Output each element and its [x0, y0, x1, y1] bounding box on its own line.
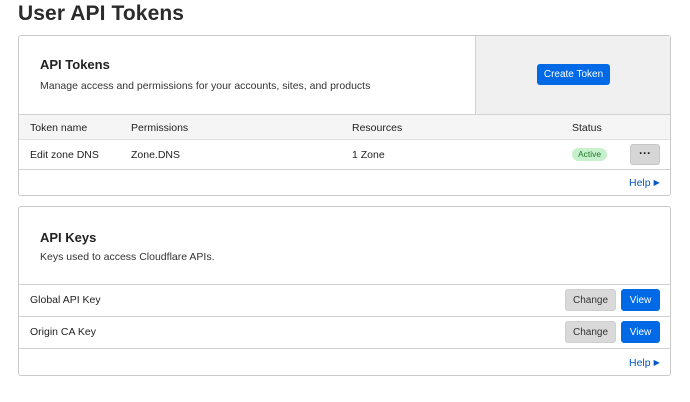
- view-global-api-key-button[interactable]: View: [621, 289, 660, 311]
- api-tokens-description: Manage access and permissions for your a…: [40, 80, 371, 92]
- api-keys-card: API Keys Keys used to access Cloudflare …: [18, 206, 671, 376]
- token-permissions-cell: Zone.DNS: [131, 149, 181, 161]
- api-keys-description: Keys used to access Cloudflare APIs.: [40, 251, 215, 263]
- tokens-table-header: Token name Permissions Resources Status: [19, 114, 670, 140]
- chevron-right-icon: ▶: [653, 358, 660, 367]
- divider: [19, 348, 670, 349]
- page-title: User API Tokens: [18, 2, 185, 25]
- chevron-right-icon: ▶: [653, 178, 660, 187]
- origin-ca-key-label: Origin CA Key: [30, 326, 96, 338]
- api-tokens-header: API Tokens Manage access and permissions…: [19, 36, 670, 114]
- view-origin-ca-key-button[interactable]: View: [621, 321, 660, 343]
- list-item: Global API Key Change View: [19, 285, 670, 316]
- change-origin-ca-key-button[interactable]: Change: [565, 321, 616, 343]
- status-badge: Active: [572, 148, 608, 161]
- column-permissions: Permissions: [131, 122, 189, 134]
- api-tokens-header-text: API Tokens Manage access and permissions…: [19, 36, 475, 114]
- global-api-key-label: Global API Key: [30, 294, 101, 306]
- keys-help-link[interactable]: Help ▶: [629, 357, 660, 369]
- api-tokens-title: API Tokens: [40, 57, 110, 72]
- help-label: Help: [629, 357, 651, 369]
- column-resources: Resources: [352, 122, 403, 134]
- list-item: Origin CA Key Change View: [19, 317, 670, 348]
- column-token-name: Token name: [30, 122, 88, 134]
- tokens-help-link[interactable]: Help ▶: [629, 177, 660, 189]
- api-keys-title: API Keys: [40, 230, 97, 245]
- token-name-cell: Edit zone DNS: [30, 149, 99, 161]
- row-actions-button[interactable]: ···: [630, 144, 660, 165]
- page: User API Tokens API Tokens Manage access…: [0, 0, 690, 402]
- help-label: Help: [629, 177, 651, 189]
- api-tokens-card: API Tokens Manage access and permissions…: [18, 35, 671, 196]
- create-token-button[interactable]: Create Token: [537, 64, 610, 85]
- column-status: Status: [572, 122, 602, 134]
- token-resources-cell: 1 Zone: [352, 149, 385, 161]
- change-global-api-key-button[interactable]: Change: [565, 289, 616, 311]
- table-row: Edit zone DNS Zone.DNS 1 Zone Active ···: [19, 140, 670, 170]
- api-tokens-header-actions: Create Token: [475, 36, 670, 114]
- ellipsis-icon: ···: [639, 146, 651, 160]
